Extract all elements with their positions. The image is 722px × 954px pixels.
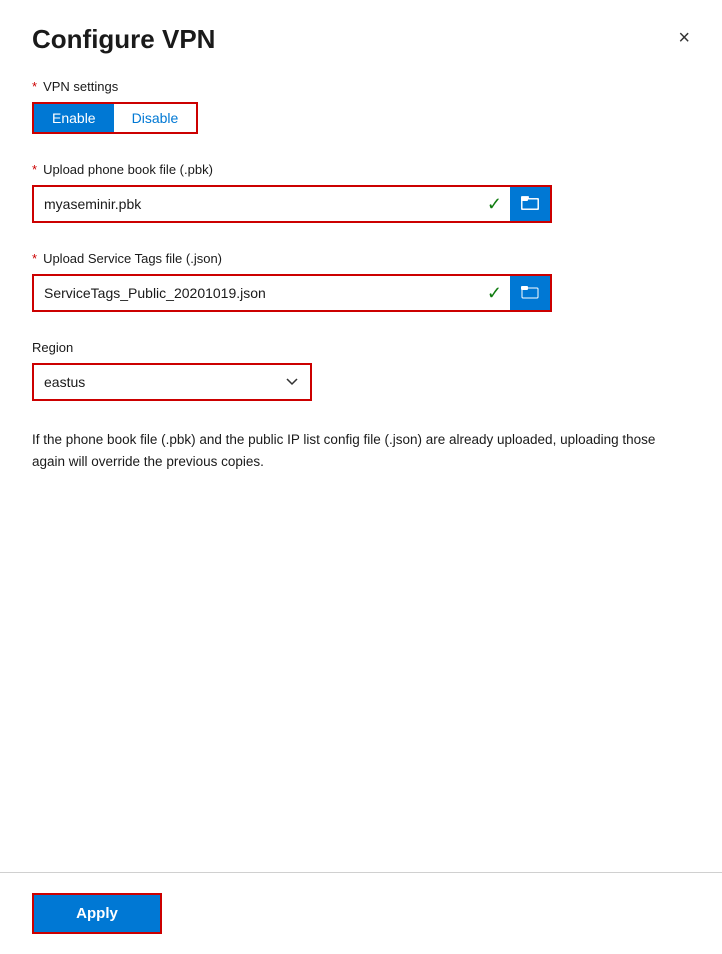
dialog-title: Configure VPN <box>32 24 215 55</box>
vpn-settings-label: * VPN settings <box>32 79 690 94</box>
required-star-pbk: * <box>32 162 37 177</box>
upload-pbk-label: * Upload phone book file (.pbk) <box>32 162 690 177</box>
info-text: If the phone book file (.pbk) and the pu… <box>32 429 690 472</box>
pbk-check-icon: ✓ <box>479 194 510 215</box>
apply-button[interactable]: Apply <box>32 893 162 934</box>
vpn-toggle-group: Enable Disable <box>32 102 198 134</box>
json-file-input[interactable] <box>34 285 479 301</box>
upload-pbk-text: Upload phone book file (.pbk) <box>43 162 213 177</box>
dialog-body: * VPN settings Enable Disable * Upload p… <box>0 71 722 872</box>
upload-pbk-group: * Upload phone book file (.pbk) ✓ <box>32 162 690 223</box>
json-browse-button[interactable] <box>510 276 550 310</box>
required-star-json: * <box>32 251 37 266</box>
vpn-settings-group: * VPN settings Enable Disable <box>32 79 690 134</box>
dialog-footer: Apply <box>0 872 722 954</box>
upload-json-label: * Upload Service Tags file (.json) <box>32 251 690 266</box>
region-select[interactable]: eastus westus centralus eastus2 westus2 <box>32 363 312 401</box>
pbk-file-input[interactable] <box>34 196 479 212</box>
json-check-icon: ✓ <box>479 283 510 304</box>
region-group: Region eastus westus centralus eastus2 w… <box>32 340 690 401</box>
upload-pbk-row: ✓ <box>32 185 552 223</box>
disable-button[interactable]: Disable <box>114 104 197 132</box>
folder-icon-2 <box>521 283 539 304</box>
close-button[interactable]: × <box>670 24 698 52</box>
pbk-browse-button[interactable] <box>510 187 550 221</box>
upload-json-text: Upload Service Tags file (.json) <box>43 251 222 266</box>
dialog-header: Configure VPN × <box>0 0 722 71</box>
vpn-settings-text: VPN settings <box>43 79 118 94</box>
upload-json-row: ✓ <box>32 274 552 312</box>
required-star-vpn: * <box>32 79 37 94</box>
upload-json-group: * Upload Service Tags file (.json) ✓ <box>32 251 690 312</box>
region-label: Region <box>32 340 690 355</box>
enable-button[interactable]: Enable <box>34 104 114 132</box>
folder-icon <box>521 194 539 215</box>
configure-vpn-dialog: Configure VPN × * VPN settings Enable Di… <box>0 0 722 954</box>
